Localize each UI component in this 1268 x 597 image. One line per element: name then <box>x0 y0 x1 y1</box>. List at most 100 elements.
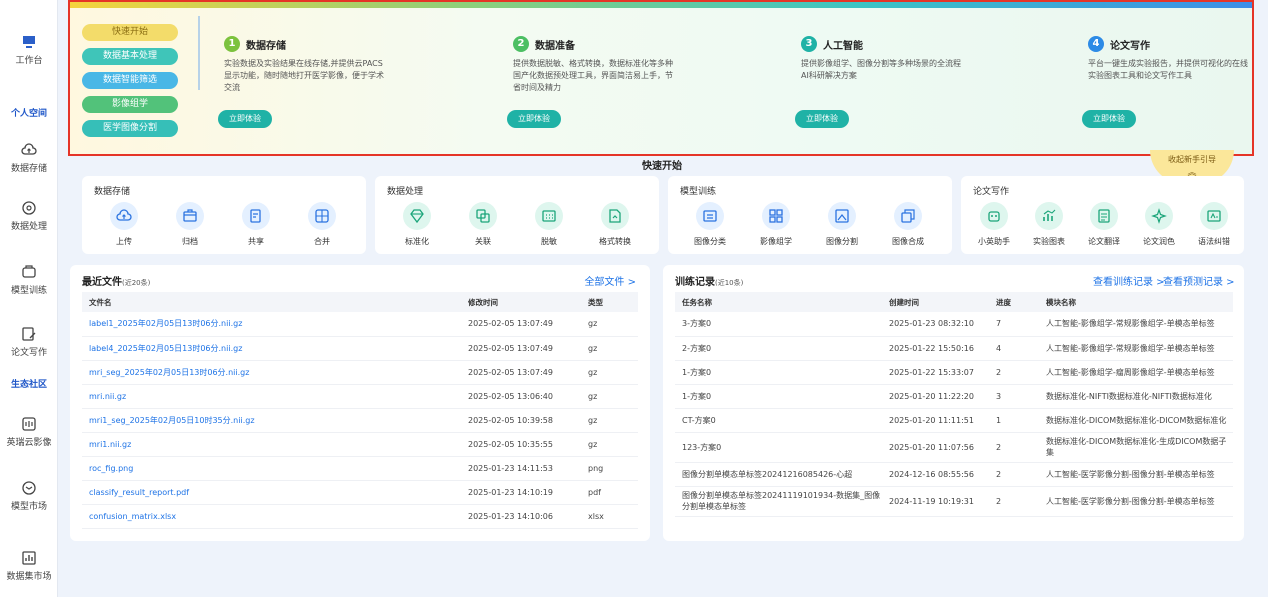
table-row[interactable]: label1_2025年02月05日13时06分.nii.gz 2025-02-0… <box>82 312 638 337</box>
tool-merge[interactable]: 合并 <box>294 202 350 247</box>
tool-archive[interactable]: 归档 <box>162 202 218 247</box>
file-name[interactable]: mri.nii.gz <box>82 384 461 409</box>
sidebar-item-data-processing[interactable]: 数据处理 <box>0 200 58 232</box>
view-training-records-link[interactable]: 查看训练记录 > <box>1093 273 1165 288</box>
table-row[interactable]: mri1.nii.gz 2025-02-05 10:35:55 gz <box>82 432 638 457</box>
table-row[interactable]: 3-方案0 2025-01-23 08:32:10 7 人工智能-影像组学-常规影像组… <box>675 312 1233 337</box>
sidebar-item-paper-writing[interactable]: 论文写作 <box>0 326 58 358</box>
task-name: 1-方案0 <box>675 360 882 385</box>
file-name[interactable]: confusion_matrix.xlsx <box>82 504 461 529</box>
pill-quick-start[interactable]: 快速开始 <box>82 24 178 41</box>
try-button-ai[interactable]: 立即体验 <box>795 110 849 128</box>
tool-translate[interactable]: 论文翻译 <box>1076 202 1132 247</box>
file-type: gz <box>581 408 638 433</box>
tool-experiment-chart[interactable]: 实验图表 <box>1021 202 1077 247</box>
try-button-paper[interactable]: 立即体验 <box>1082 110 1136 128</box>
tool-associate[interactable]: 关联 <box>455 202 511 247</box>
progress: 7 <box>989 312 1039 337</box>
task-name: CT-方案0 <box>675 408 882 433</box>
table-row[interactable]: CT-方案0 2025-01-20 11:11:51 1 数据标准化-DICOM数据标… <box>675 408 1233 433</box>
try-button-data-prep[interactable]: 立即体验 <box>507 110 561 128</box>
table-row[interactable]: mri_seg_2025年02月05日13时06分.nii.gz 2025-02-… <box>82 360 638 385</box>
file-name[interactable]: roc_fig.png <box>82 456 461 481</box>
share-doc-icon <box>242 202 270 230</box>
tool-standardize[interactable]: 标准化 <box>389 202 445 247</box>
table-row[interactable]: confusion_matrix.xlsx 2025-01-23 14:10:06… <box>82 504 638 529</box>
recent-files-title: 最近文件(近20条) <box>82 277 151 288</box>
progress: 2 <box>989 432 1039 463</box>
table-row[interactable]: 1-方案0 2025-01-22 15:33:07 2 人工智能-影像组学-瘤周影像组… <box>675 360 1233 385</box>
task-name: 123-方案0 <box>675 432 882 463</box>
pill-image-segmentation[interactable]: 医学图像分割 <box>82 120 178 137</box>
file-name[interactable]: mri1_seg_2025年02月05日10时35分.nii.gz <box>82 408 461 433</box>
sidebar-item-workbench[interactable]: 工作台 <box>0 34 58 66</box>
tool-desensitize[interactable]: 脱敏 <box>521 202 577 247</box>
table-row[interactable]: 图像分割单模态单标签20241119101934-数据集_图像分割单模态单标签 2… <box>675 486 1233 517</box>
pill-radiomics[interactable]: 影像组学 <box>82 96 178 113</box>
table-row[interactable]: roc_fig.png 2025-01-23 14:11:53 png <box>82 456 638 481</box>
tool-label: 论文翻译 <box>1088 237 1120 246</box>
table-row[interactable]: 图像分割单模态单标签20241216085426-心超 2024-12-16 08… <box>675 462 1233 487</box>
tool-format-convert[interactable]: 格式转换 <box>587 202 643 247</box>
table-row[interactable]: label4_2025年02月05日13时06分.nii.gz 2025-02-0… <box>82 336 638 361</box>
table-row[interactable]: 1-方案0 2025-01-20 11:22:20 3 数据标准化-NIFTI数据标准… <box>675 384 1233 409</box>
task-name: 3-方案0 <box>675 312 882 337</box>
tool-image-classification[interactable]: 图像分类 <box>682 202 738 247</box>
pill-smart-filter[interactable]: 数据智能筛选 <box>82 72 178 89</box>
sidebar-item-cloud-imaging[interactable]: 英瑞云影像 <box>0 416 58 448</box>
tool-category: 模型训练 <box>680 187 717 197</box>
tool-label: 上传 <box>116 237 132 246</box>
tool-label: 归档 <box>182 237 198 246</box>
tool-image-synthesis[interactable]: 图像合成 <box>880 202 936 247</box>
table-row[interactable]: mri.nii.gz 2025-02-05 13:06:40 gz <box>82 384 638 409</box>
file-type: xlsx <box>581 504 638 529</box>
table-row[interactable]: classify_result_report.pdf 2025-01-23 14:… <box>82 480 638 505</box>
tool-assistant[interactable]: 小英助手 <box>966 202 1022 247</box>
step-title: 论文写作 <box>1110 40 1150 52</box>
tool-polish[interactable]: 论文润色 <box>1131 202 1187 247</box>
sidebar-item-dataset-market[interactable]: 数据集市场 <box>0 550 58 582</box>
modified-time: 2025-02-05 13:07:49 <box>461 336 581 361</box>
archive-box-icon <box>176 202 204 230</box>
all-files-link[interactable]: 全部文件 > <box>584 273 636 288</box>
sidebar-section-eco: 生态社区 <box>10 380 47 390</box>
edit-doc-icon <box>22 327 36 341</box>
tool-grammar[interactable]: 语法纠错 <box>1186 202 1242 247</box>
pill-basic-processing[interactable]: 数据基本处理 <box>82 48 178 65</box>
sidebar-item-label: 工作台 <box>15 56 43 66</box>
created-time: 2025-01-22 15:33:07 <box>882 360 989 385</box>
tool-image-segmentation[interactable]: 图像分割 <box>814 202 870 247</box>
created-time: 2025-01-20 11:22:20 <box>882 384 989 409</box>
cube-icon <box>22 481 36 495</box>
diamond-icon <box>403 202 431 230</box>
file-name[interactable]: mri_seg_2025年02月05日13时06分.nii.gz <box>82 360 461 385</box>
file-convert-icon <box>601 202 629 230</box>
sidebar-item-model-training[interactable]: 模型训练 <box>0 264 58 296</box>
file-name[interactable]: label4_2025年02月05日13时06分.nii.gz <box>82 336 461 361</box>
created-time: 2025-01-23 08:32:10 <box>882 312 989 337</box>
file-name[interactable]: classify_result_report.pdf <box>82 480 461 505</box>
tool-label: 共享 <box>248 237 264 246</box>
tool-category: 数据存储 <box>94 187 131 197</box>
table-row[interactable]: mri1_seg_2025年02月05日10时35分.nii.gz 2025-02… <box>82 408 638 433</box>
tool-radiomics[interactable]: 影像组学 <box>748 202 804 247</box>
training-records-panel: 训练记录(近10条) 查看训练记录 > 查看预测记录 > 任务名称 创建时间 进… <box>663 265 1244 541</box>
col-file-name: 文件名 <box>82 292 461 312</box>
tool-share[interactable]: 共享 <box>228 202 284 247</box>
table-row[interactable]: 123-方案0 2025-01-20 11:07:56 2 数据标准化-DICOM数据… <box>675 432 1233 463</box>
module-name: 数据标准化-DICOM数据标准化-生成DICOM数据子集 <box>1039 432 1233 463</box>
tool-label: 语法纠错 <box>1198 237 1230 246</box>
sidebar-item-model-market[interactable]: 模型市场 <box>0 480 58 512</box>
tool-upload[interactable]: 上传 <box>96 202 152 247</box>
sidebar-item-label: 模型训练 <box>10 286 47 296</box>
sidebar-item-label: 数据存储 <box>10 164 47 174</box>
created-time: 2025-01-20 11:11:51 <box>882 408 989 433</box>
table-row[interactable]: 2-方案0 2025-01-22 15:50:16 4 人工智能-影像组学-常规影像组… <box>675 336 1233 361</box>
try-button-data-storage[interactable]: 立即体验 <box>218 110 272 128</box>
module-name: 人工智能-影像组学-瘤周影像组学-单模态单标签 <box>1039 360 1233 385</box>
file-name[interactable]: label1_2025年02月05日13时06分.nii.gz <box>82 312 461 337</box>
view-prediction-records-link[interactable]: 查看预测记录 > <box>1163 273 1235 288</box>
step-title: 人工智能 <box>823 40 863 52</box>
sidebar-item-data-storage[interactable]: 数据存储 <box>0 142 58 174</box>
file-name[interactable]: mri1.nii.gz <box>82 432 461 457</box>
